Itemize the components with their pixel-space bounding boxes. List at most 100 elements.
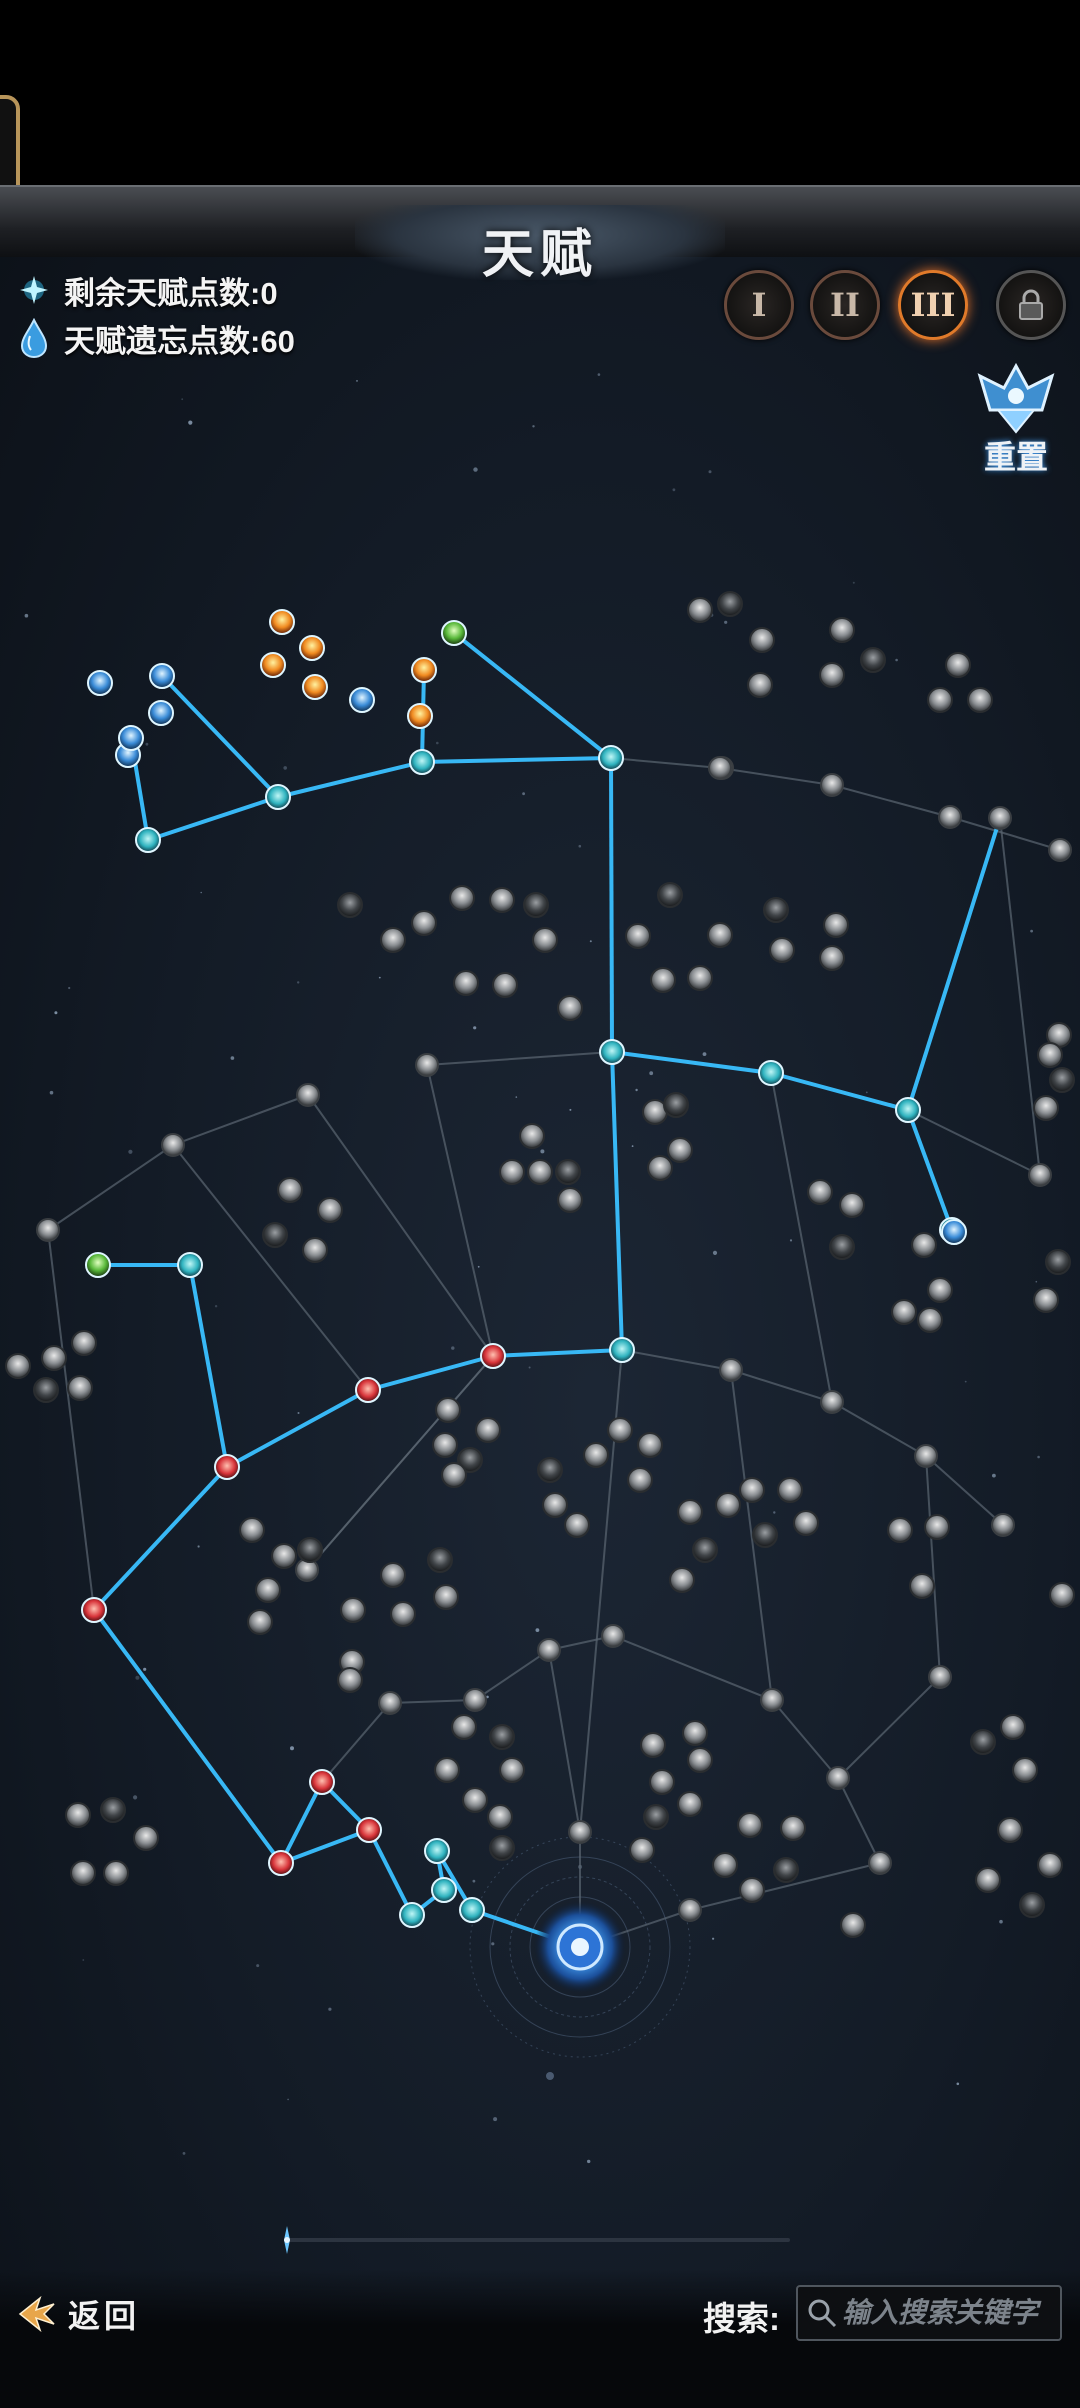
page-tab-2[interactable]: II [810,270,880,340]
talent-node-locked[interactable] [557,1187,583,1213]
talent-node-a7[interactable] [938,805,962,829]
talent-node-locked[interactable] [917,1307,943,1333]
talent-node-locked[interactable] [823,912,849,938]
talent-node-d1[interactable] [399,1902,425,1928]
talent-node-locked[interactable] [262,1222,288,1248]
talent-node-locked[interactable] [924,1514,950,1540]
talent-node-locked[interactable] [1000,1714,1026,1740]
talent-node-locked[interactable] [133,1825,159,1851]
back-button[interactable]: 返回 [14,2290,140,2338]
talent-node-g4[interactable] [991,1513,1015,1537]
talent-node-c4[interactable] [214,1454,240,1480]
talent-node-locked[interactable] [67,1375,93,1401]
talent-node-g20[interactable] [1048,838,1072,862]
talent-node-locked[interactable] [317,1197,343,1223]
talent-node-locked[interactable] [819,945,845,971]
talent-node-locked[interactable] [649,1769,675,1795]
talent-node-locked[interactable] [532,927,558,953]
talent-node-locked[interactable] [390,1601,416,1627]
talent-node-locked[interactable] [523,892,549,918]
talent-node-locked[interactable] [583,1442,609,1468]
talent-node-locked[interactable] [337,892,363,918]
talent-node-c1[interactable] [609,1337,635,1363]
talent-node-c6[interactable] [268,1850,294,1876]
talent-node-locked[interactable] [629,1837,655,1863]
talent-node-locked[interactable] [643,1804,669,1830]
talent-node-locked[interactable] [100,1797,126,1823]
talent-node-b1[interactable] [599,1039,625,1065]
talent-node-locked[interactable] [927,687,953,713]
talent-node-g14[interactable] [161,1133,185,1157]
talent-node-c3[interactable] [355,1377,381,1403]
talent-node-locked[interactable] [763,897,789,923]
talent-node-locked[interactable] [967,687,993,713]
talent-node-b3[interactable] [895,1097,921,1123]
talent-node-locked[interactable] [432,1432,458,1458]
talent-node-a1[interactable] [135,827,161,853]
talent-node-locked[interactable] [519,1123,545,1149]
talent-node-locked[interactable] [247,1609,273,1635]
talent-node-locked[interactable] [807,1179,833,1205]
talent-node-locked[interactable] [975,1867,1001,1893]
talent-node-locked[interactable] [687,965,713,991]
talent-node-locked[interactable] [380,927,406,953]
talent-node-locked[interactable] [819,662,845,688]
talent-node-locked[interactable] [487,1804,513,1830]
talent-node-g5[interactable] [760,1688,784,1712]
talent-node-f4[interactable] [441,620,467,646]
talent-node-locked[interactable] [840,1912,866,1938]
talent-tree-canvas[interactable] [0,185,1080,2408]
talent-node-locked[interactable] [887,1517,913,1543]
talent-node-g17[interactable] [708,756,732,780]
talent-node-locked[interactable] [449,885,475,911]
talent-node-locked[interactable] [970,1729,996,1755]
talent-node-locked[interactable] [752,1522,778,1548]
talent-node-locked[interactable] [277,1177,303,1203]
talent-node-locked[interactable] [687,1747,713,1773]
talent-node-locked[interactable] [555,1159,581,1185]
talent-node-locked[interactable] [607,1417,633,1443]
talent-node-a3[interactable] [409,749,435,775]
talent-node-locked[interactable] [1019,1892,1045,1918]
talent-node-g16[interactable] [415,1053,439,1077]
talent-node-locked[interactable] [5,1353,31,1379]
talent-node-locked[interactable] [647,1155,673,1181]
talent-node-f1[interactable] [349,687,375,713]
talent-node-locked[interactable] [717,591,743,617]
talent-node-locked[interactable] [860,647,886,673]
talent-node-locked[interactable] [302,1237,328,1263]
talent-node-locked[interactable] [475,1417,501,1443]
talent-node-locked[interactable] [451,1714,477,1740]
talent-node-locked[interactable] [739,1877,765,1903]
talent-node-d4[interactable] [459,1897,485,1923]
talent-node-locked[interactable] [337,1667,363,1693]
talent-node-locked[interactable] [527,1159,553,1185]
talent-node-f5[interactable] [269,609,295,635]
talent-node-g15[interactable] [296,1083,320,1107]
talent-node-locked[interactable] [650,967,676,993]
talent-node-g9[interactable] [601,1624,625,1648]
talent-node-locked[interactable] [297,1537,323,1563]
talent-node-locked[interactable] [453,970,479,996]
talent-node-locked[interactable] [707,922,733,948]
talent-node-locked[interactable] [625,923,651,949]
talent-node-c7[interactable] [309,1769,335,1795]
talent-node-locked[interactable] [829,617,855,643]
talent-node-locked[interactable] [1037,1042,1063,1068]
talent-node-g10[interactable] [537,1638,561,1662]
talent-node-t2[interactable] [85,1252,111,1278]
talent-node-g19[interactable] [36,1218,60,1242]
talent-node-c2[interactable] [480,1343,506,1369]
talent-node-g21[interactable] [678,1898,702,1922]
talent-node-c5[interactable] [81,1597,107,1623]
talent-node-locked[interactable] [557,995,583,1021]
talent-node-i1[interactable] [941,1219,967,1245]
talent-node-g7[interactable] [868,1851,892,1875]
talent-node-locked[interactable] [839,1192,865,1218]
talent-node-locked[interactable] [564,1512,590,1538]
talent-node-locked[interactable] [777,1477,803,1503]
talent-node-h3[interactable] [148,700,174,726]
talent-node-locked[interactable] [411,910,437,936]
talent-node-g2[interactable] [820,1390,844,1414]
talent-node-locked[interactable] [1049,1067,1075,1093]
